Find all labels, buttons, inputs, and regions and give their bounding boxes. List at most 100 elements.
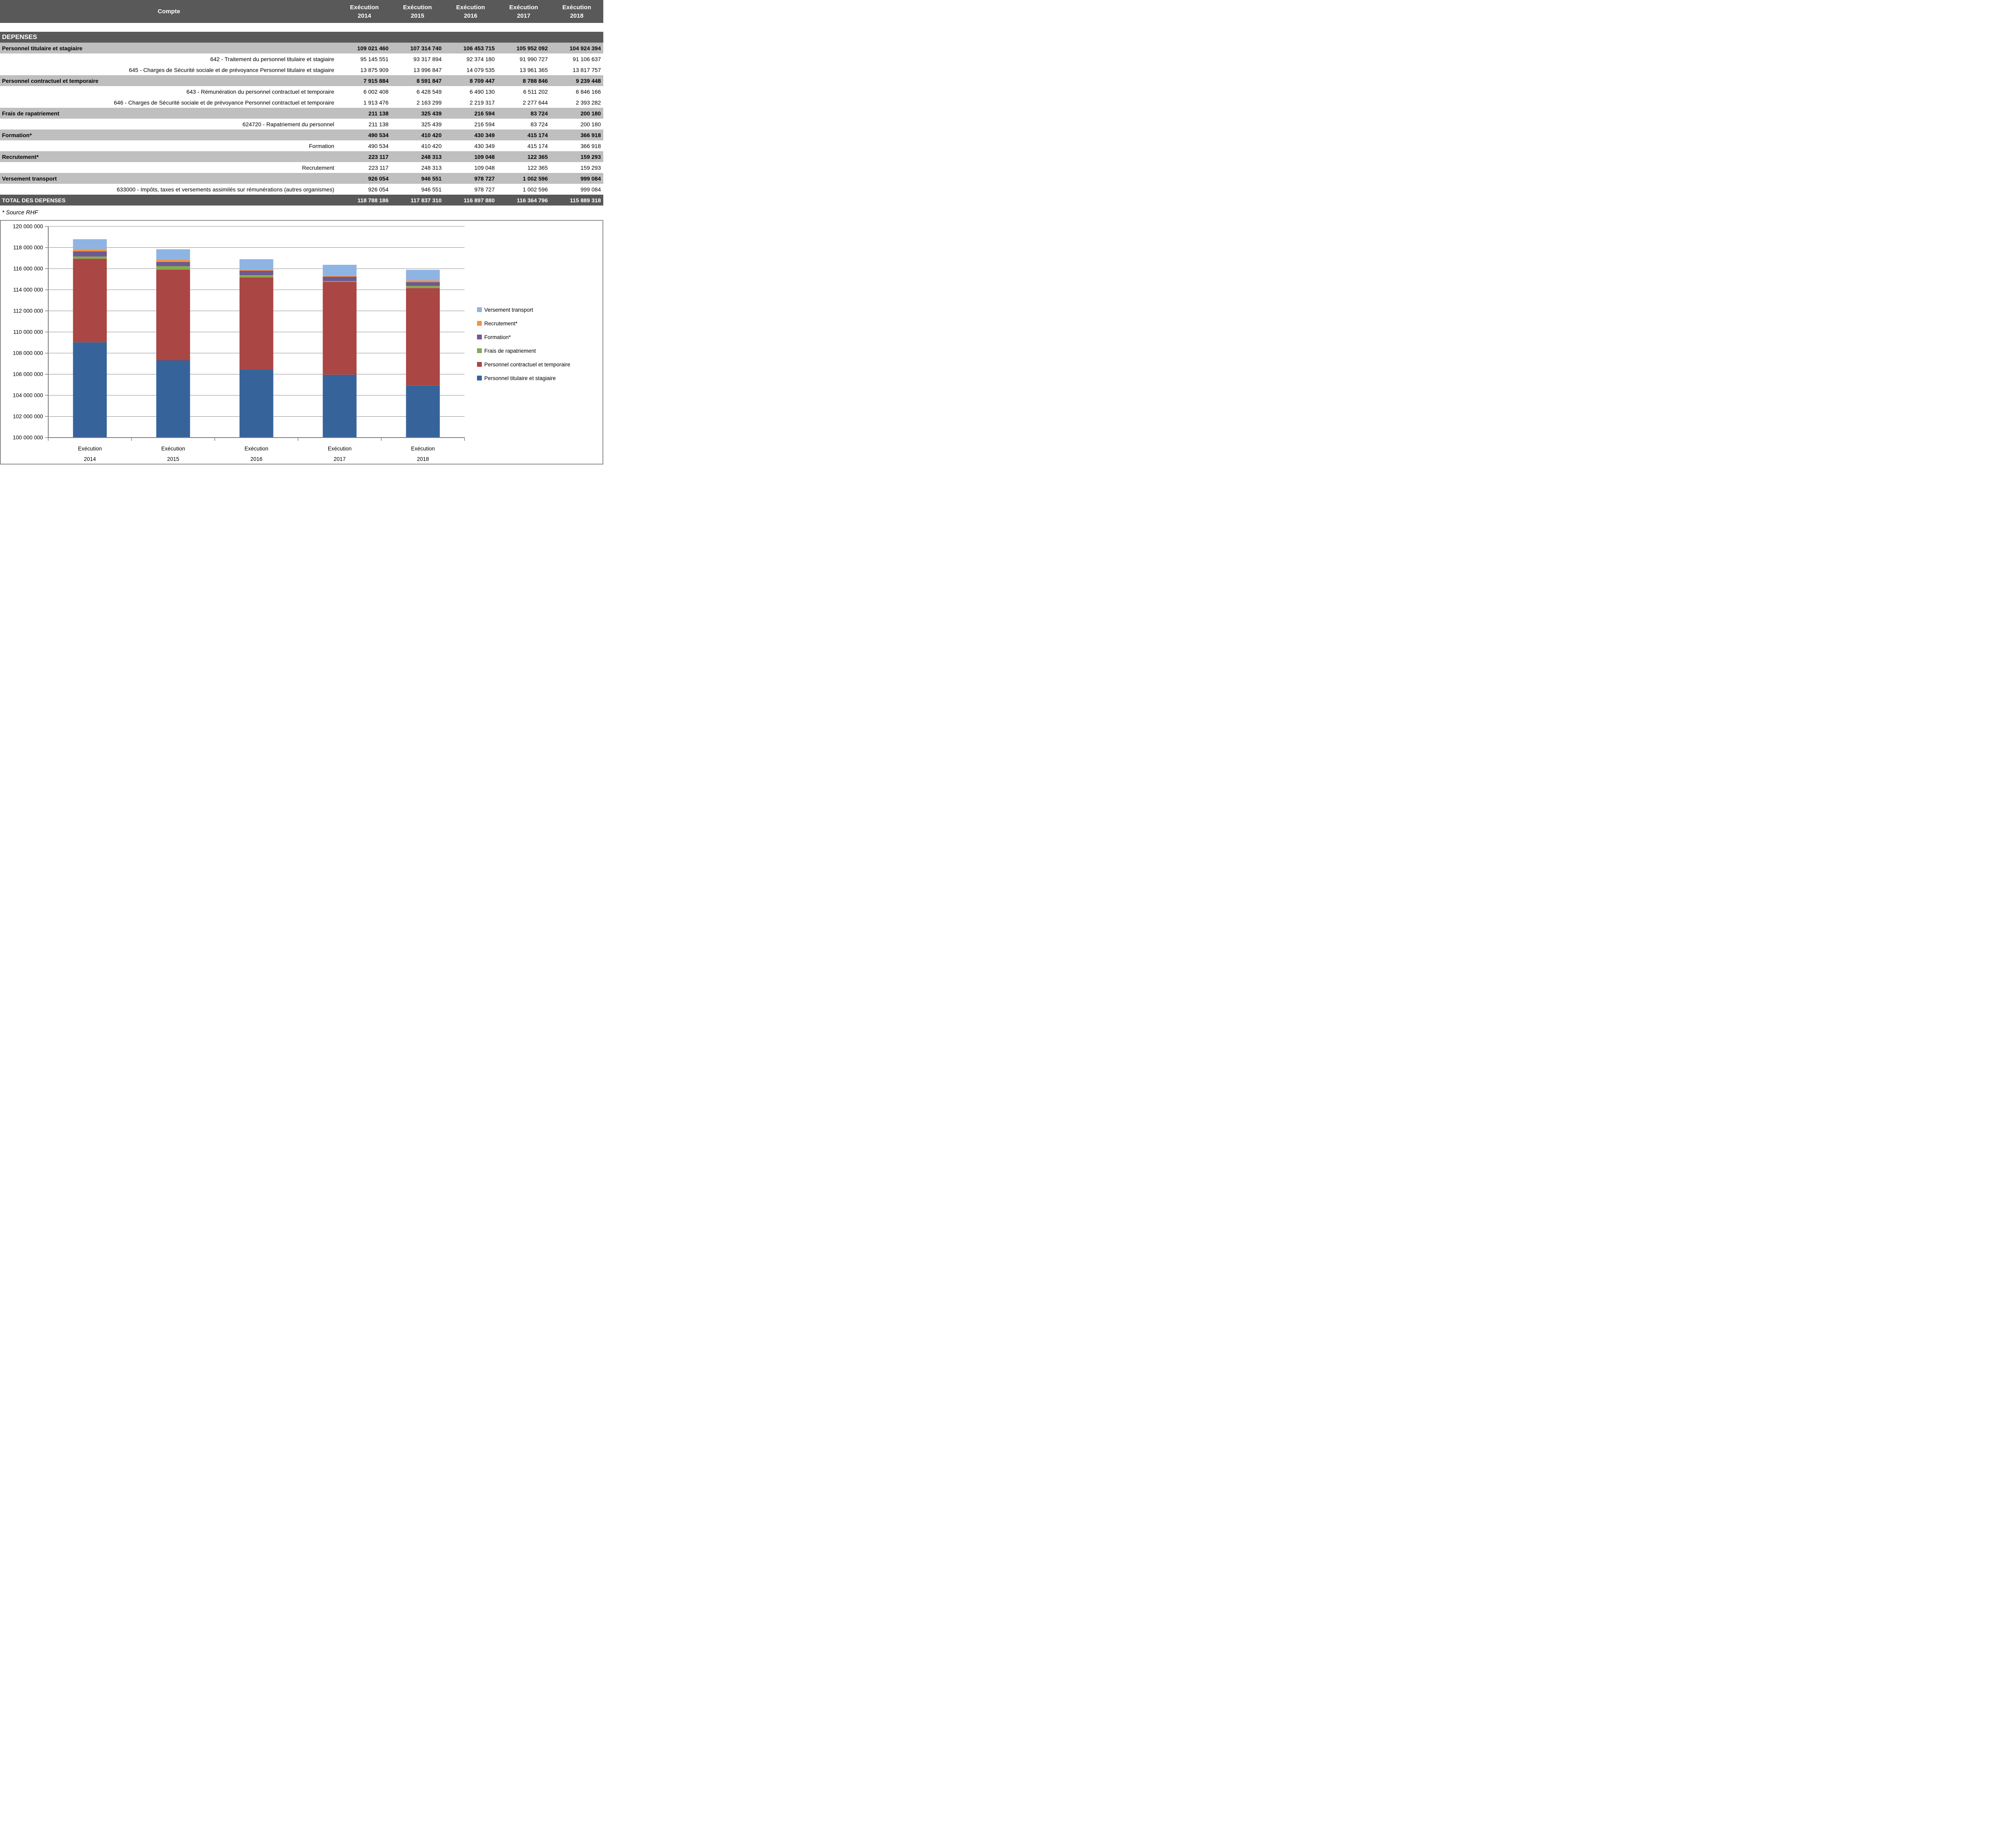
x-tick-label: Exécution2014	[78, 446, 102, 462]
legend-item: Frais de rapatriement	[477, 348, 536, 354]
cell-value: 13 996 847	[391, 67, 444, 73]
cell-value: 6 511 202	[497, 88, 550, 95]
cell-value: 223 117	[338, 154, 391, 160]
legend-label: Frais de rapatriement	[484, 348, 536, 354]
cell-value: 95 145 551	[338, 56, 391, 62]
table-row: Formation*490 534410 420430 349415 17436…	[0, 130, 603, 140]
cell-value: 200 180	[550, 110, 603, 117]
row-label: 633000 - Impôts, taxes et versements ass…	[0, 186, 338, 193]
legend-swatch	[477, 307, 482, 312]
bar-segment	[156, 259, 190, 262]
cell-value: 109 048	[444, 164, 497, 171]
y-tick-label: 110 000 000	[13, 329, 43, 335]
table-row: 624720 - Rapatriement du personnel211 13…	[0, 119, 603, 130]
bar-segment	[73, 239, 107, 249]
cell-value: 2 277 644	[497, 99, 550, 106]
cell-value: 6 846 166	[550, 88, 603, 95]
cell-value: 105 952 092	[497, 45, 550, 51]
table-row: Personnel titulaire et stagiaire109 021 …	[0, 43, 603, 53]
row-label: Recrutement	[0, 164, 338, 171]
row-label: Recrutement*	[0, 154, 338, 160]
cell-value: 107 314 740	[391, 45, 444, 51]
cell-value: 109 021 460	[338, 45, 391, 51]
cell-value: 2 219 317	[444, 99, 497, 106]
table-row: 643 - Rémunération du personnel contract…	[0, 86, 603, 97]
cell-value: 13 961 365	[497, 67, 550, 73]
legend-label: Versement transport	[484, 307, 533, 313]
row-label: Formation*	[0, 132, 338, 138]
cell-value: 430 349	[444, 143, 497, 149]
cell-value: 83 724	[497, 121, 550, 127]
cell-value: 8 709 447	[444, 78, 497, 84]
table-row: 642 - Traitement du personnel titulaire …	[0, 53, 603, 64]
legend-item: Personnel contractuel et temporaire	[477, 362, 570, 368]
legend-swatch	[477, 362, 482, 367]
bar-segment	[73, 249, 107, 251]
header-execution-2016: Exécution2016	[444, 0, 497, 23]
cell-value: 999 084	[550, 175, 603, 182]
table-row: 646 - Charges de Sécurité sociale et de …	[0, 97, 603, 108]
bar-segment	[73, 259, 107, 342]
chart-container: 100 000 000102 000 000104 000 000106 000…	[0, 220, 603, 465]
bar-segment	[406, 270, 440, 280]
bar-segment	[240, 278, 273, 370]
stacked-bar-chart: 100 000 000102 000 000104 000 000106 000…	[1, 221, 602, 464]
row-label: TOTAL DES DEPENSES	[0, 197, 338, 204]
header-execution-2018: Exécution2018	[550, 0, 603, 23]
cell-value: 1 913 476	[338, 99, 391, 106]
cell-value: 115 889 318	[550, 197, 603, 204]
legend-swatch	[477, 335, 482, 339]
row-label: 646 - Charges de Sécurité sociale et de …	[0, 99, 338, 106]
bar-segment	[406, 286, 440, 288]
cell-value: 1 002 596	[497, 175, 550, 182]
cell-value: 159 293	[550, 164, 603, 171]
cell-value: 93 317 894	[391, 56, 444, 62]
bar-segment	[156, 266, 190, 270]
table-header-row: Compte Exécution2014Exécution2015Exécuti…	[0, 0, 603, 23]
legend-label: Personnel titulaire et stagiaire	[484, 375, 556, 381]
cell-value: 7 915 884	[338, 78, 391, 84]
bar-segment	[406, 280, 440, 282]
table-row: Frais de rapatriement211 138325 439216 5…	[0, 108, 603, 119]
source-footnote: * Source RHF	[0, 206, 603, 220]
section-depenses: DEPENSES	[0, 32, 603, 43]
y-tick-label: 108 000 000	[13, 350, 43, 356]
legend-item: Recrutement*	[477, 321, 518, 327]
cell-value: 490 534	[338, 143, 391, 149]
x-tick-label: Exécution2015	[161, 446, 185, 462]
cell-value: 6 490 130	[444, 88, 497, 95]
table-row: TOTAL DES DEPENSES118 788 186117 837 310…	[0, 195, 603, 206]
bar-segment	[156, 269, 190, 360]
legend-item: Versement transport	[477, 307, 533, 313]
bar-segment	[240, 275, 273, 278]
y-tick-label: 118 000 000	[13, 245, 43, 251]
y-tick-label: 104 000 000	[13, 393, 43, 399]
row-label: 645 - Charges de Sécurité sociale et de …	[0, 67, 338, 73]
bar-segment	[323, 277, 357, 281]
row-label: Frais de rapatriement	[0, 110, 338, 117]
row-label: 642 - Traitement du personnel titulaire …	[0, 56, 338, 62]
cell-value: 91 990 727	[497, 56, 550, 62]
cell-value: 490 534	[338, 132, 391, 138]
cell-value: 8 788 846	[497, 78, 550, 84]
cell-value: 92 374 180	[444, 56, 497, 62]
cell-value: 248 313	[391, 164, 444, 171]
cell-value: 117 837 310	[391, 197, 444, 204]
legend-label: Recrutement*	[484, 321, 518, 327]
cell-value: 211 138	[338, 110, 391, 117]
cell-value: 325 439	[391, 121, 444, 127]
header-year-cols: Exécution2014Exécution2015Exécution2016E…	[338, 0, 603, 23]
cell-value: 248 313	[391, 154, 444, 160]
cell-value: 109 048	[444, 154, 497, 160]
table-row: 633000 - Impôts, taxes et versements ass…	[0, 184, 603, 195]
bar-segment	[406, 386, 440, 438]
legend: Versement transportRecrutement*Formation…	[477, 307, 570, 381]
bar-segment	[323, 282, 357, 375]
cell-value: 978 727	[444, 175, 497, 182]
row-label: Versement transport	[0, 175, 338, 182]
bars	[73, 239, 440, 438]
cell-value: 946 551	[391, 175, 444, 182]
bar-segment	[156, 360, 190, 438]
y-tick-label: 100 000 000	[13, 435, 43, 441]
bar-segment	[323, 275, 357, 277]
